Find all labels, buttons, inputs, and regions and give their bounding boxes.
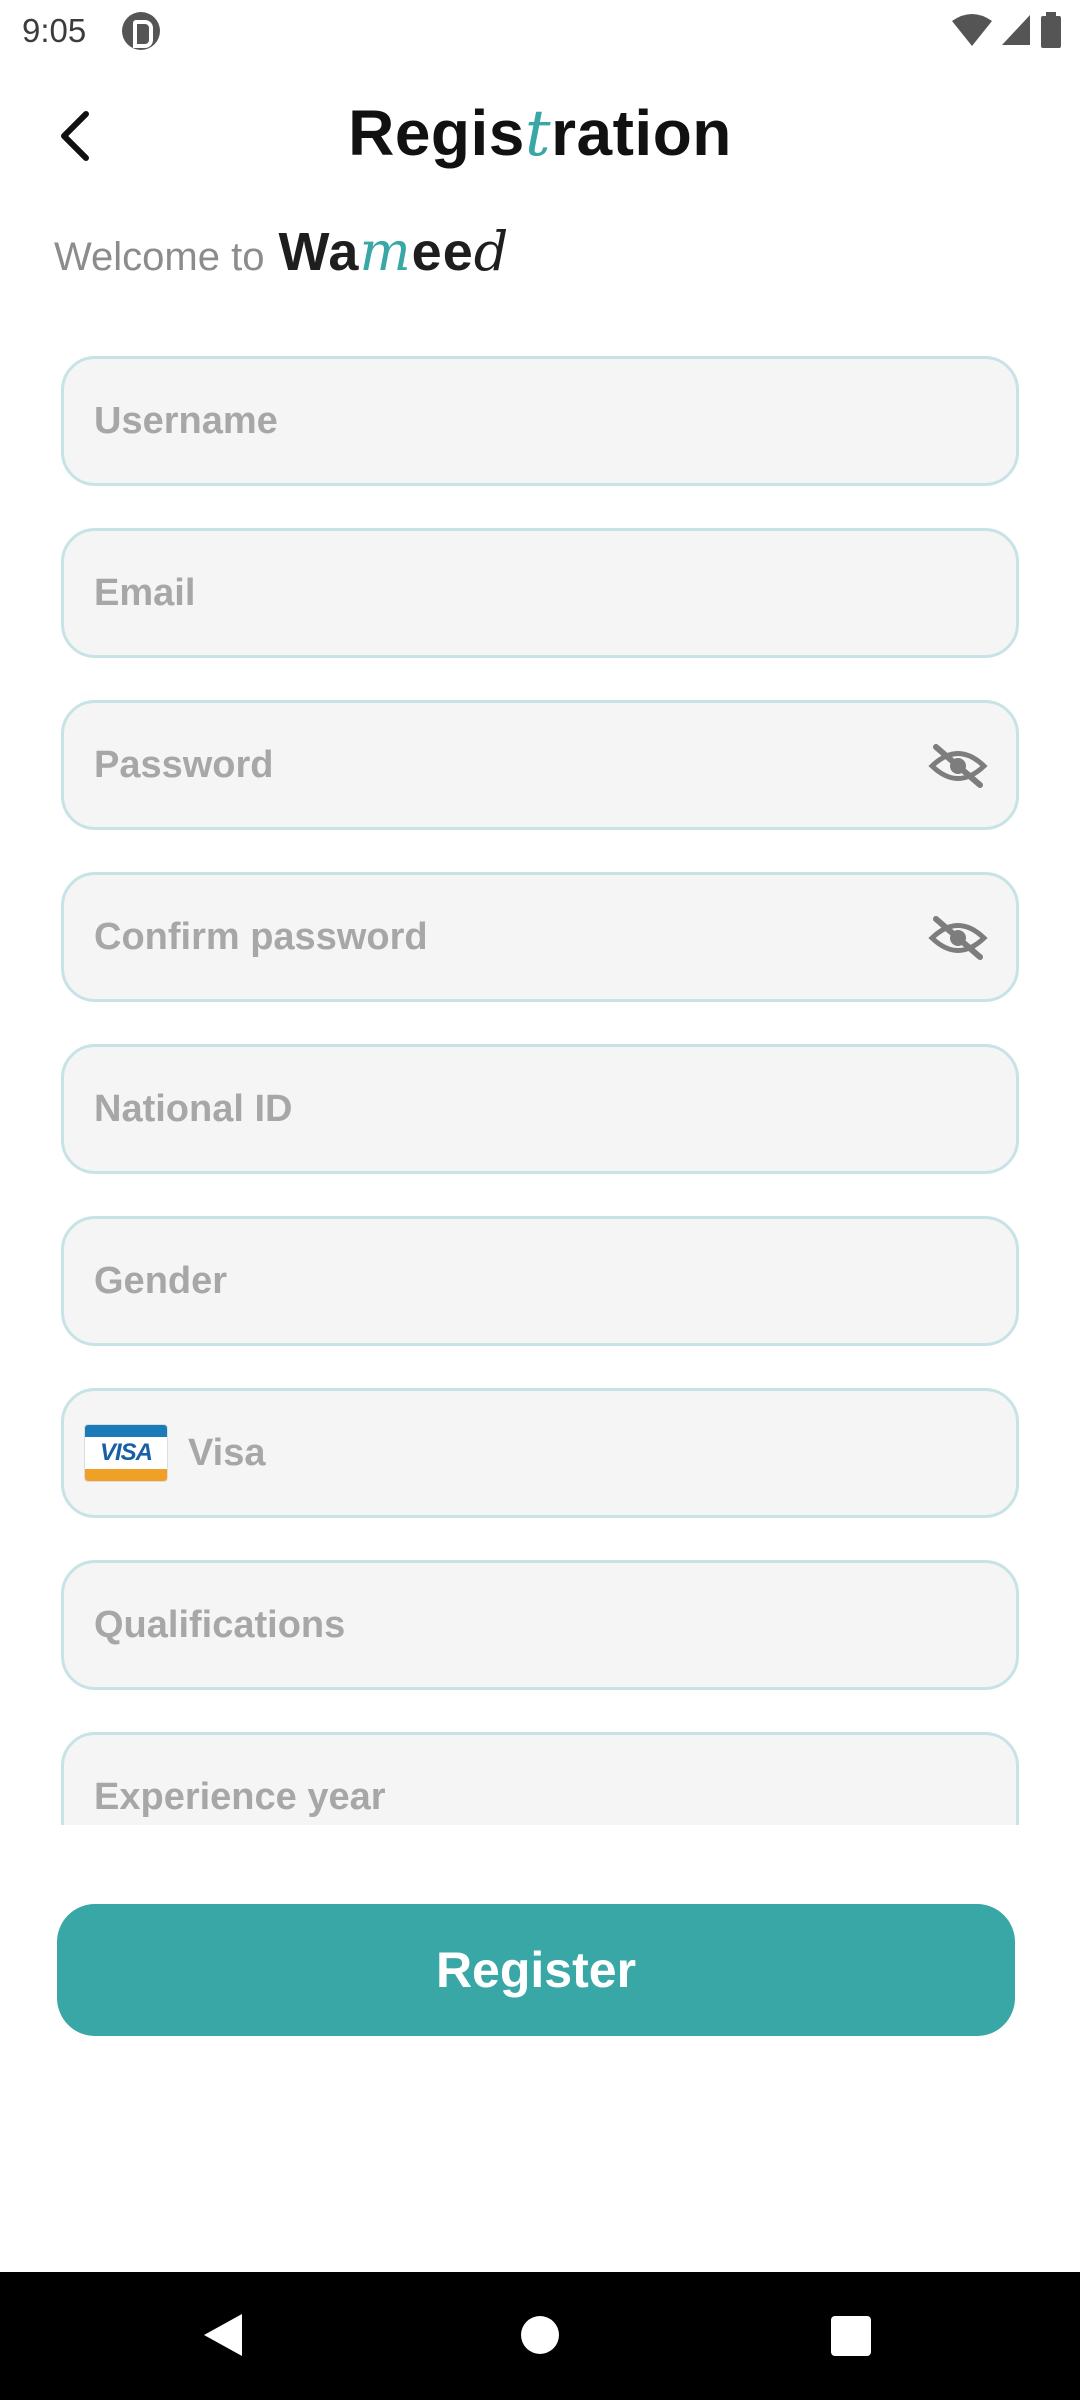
password-input[interactable]	[94, 703, 926, 827]
username-field[interactable]	[61, 356, 1019, 486]
email-input[interactable]	[94, 531, 1016, 655]
brand-part: d	[473, 220, 510, 283]
battery-icon	[1041, 12, 1061, 48]
register-button[interactable]: Register	[57, 1904, 1015, 2036]
signal-icon	[1002, 15, 1030, 45]
page-title-accent: t	[524, 97, 552, 171]
page-title-part: Regis	[348, 97, 525, 169]
gender-input[interactable]	[94, 1219, 1016, 1343]
status-icons	[952, 12, 1062, 48]
eye-off-icon[interactable]	[928, 913, 988, 963]
wifi-icon	[952, 14, 992, 46]
visa-card-stripe-top	[85, 1425, 167, 1437]
confirm-password-field[interactable]	[61, 872, 1019, 1002]
registration-form[interactable]: VISA	[0, 350, 1080, 1825]
nav-home-icon[interactable]	[521, 2316, 559, 2354]
email-field[interactable]	[61, 528, 1019, 658]
eye-off-icon[interactable]	[928, 741, 988, 791]
qualifications-field[interactable]	[61, 1560, 1019, 1690]
password-field[interactable]	[61, 700, 1019, 830]
brand-part: ee	[411, 222, 474, 282]
national-id-input[interactable]	[94, 1047, 1016, 1171]
visa-input[interactable]	[188, 1391, 1016, 1515]
visa-card-icon: VISA	[84, 1424, 168, 1482]
experience-year-input[interactable]	[94, 1735, 1016, 1825]
brand-logo: Wameed	[278, 220, 509, 283]
confirm-password-input[interactable]	[94, 875, 926, 999]
welcome-text: Welcome to	[54, 235, 265, 279]
nav-back-icon[interactable]	[202, 2312, 244, 2358]
status-time: 9:05	[22, 12, 87, 49]
page-title-part: ration	[551, 97, 732, 169]
gender-field[interactable]	[61, 1216, 1019, 1346]
brand-part: Wa	[278, 222, 360, 282]
welcome-line: Welcome to Wameed	[54, 220, 509, 283]
page-title: Registration	[0, 96, 1080, 171]
qualifications-input[interactable]	[94, 1563, 1016, 1687]
status-bar: 9:05	[0, 0, 1080, 62]
username-input[interactable]	[94, 359, 1016, 483]
experience-year-field[interactable]	[61, 1732, 1019, 1825]
system-nav-bar	[0, 2272, 1080, 2400]
notification-app-icon	[122, 12, 160, 50]
visa-field[interactable]: VISA	[61, 1388, 1019, 1518]
visa-card-text: VISA	[99, 1439, 153, 1466]
brand-accent: m	[359, 220, 412, 283]
visa-card-stripe-bottom	[85, 1469, 167, 1481]
nav-recents-icon[interactable]	[831, 2316, 871, 2356]
national-id-field[interactable]	[61, 1044, 1019, 1174]
